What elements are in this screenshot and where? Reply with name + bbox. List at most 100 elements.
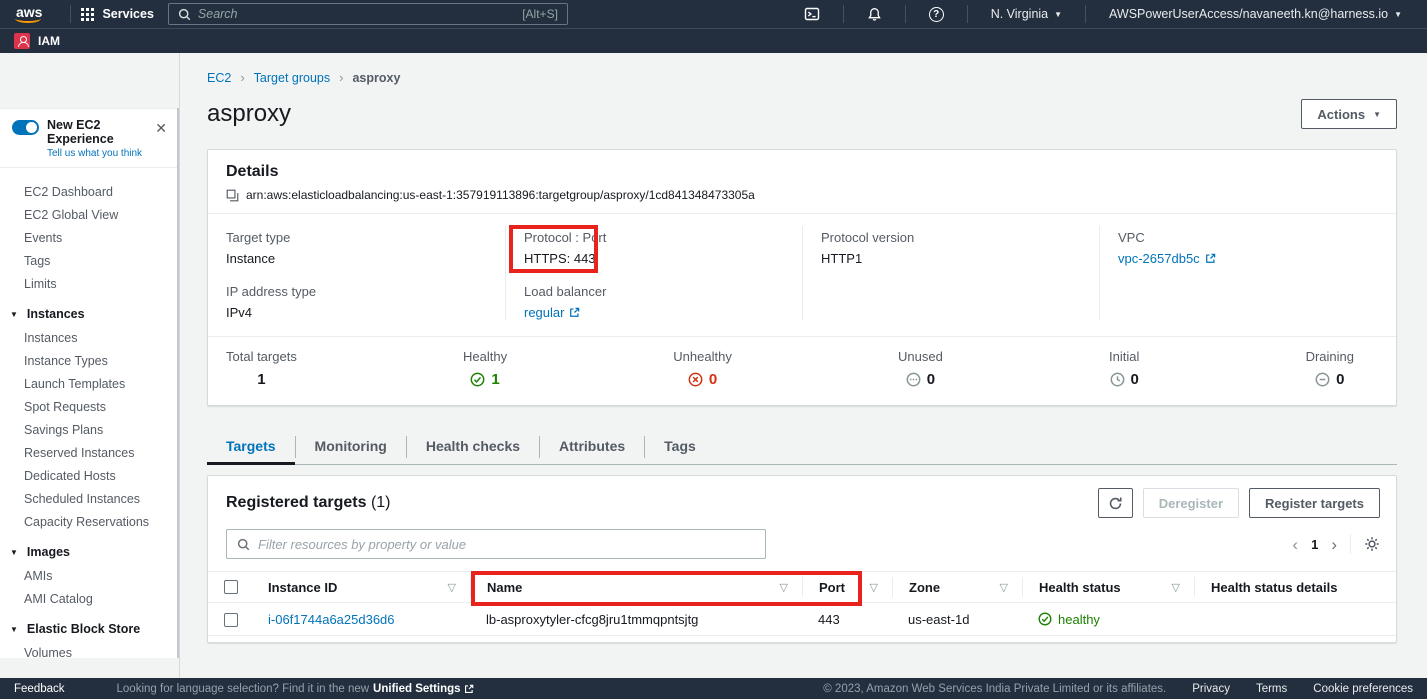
sidebar-item-savings-plans[interactable]: Savings Plans [0,418,179,441]
new-experience-toggle[interactable] [12,120,39,135]
deregister-button[interactable]: Deregister [1143,488,1239,518]
ip-address-type-value: IPv4 [226,305,487,320]
protocol-version-label: Protocol version [821,230,1081,245]
account-menu[interactable]: AWSPowerUserAccess/navaneeth.kn@harness.… [1096,7,1415,21]
column-header-name: Name [487,580,522,595]
copy-icon[interactable] [226,189,239,202]
sidebar-item-ec2-global-view[interactable]: EC2 Global View [0,203,179,226]
region-selector[interactable]: N. Virginia ▼ [978,7,1075,21]
check-circle-icon [1038,612,1052,626]
sidebar-item-dedicated-hosts[interactable]: Dedicated Hosts [0,464,179,487]
sidebar-item-amis[interactable]: AMIs [0,564,179,587]
page-title: asproxy [207,100,291,128]
search-input[interactable] [198,7,515,21]
load-balancer-label: Load balancer [524,284,784,299]
registered-targets-heading: Registered targets (1) [226,494,391,512]
divider [905,5,906,23]
targets-count: (1) [371,494,391,511]
tab-monitoring[interactable]: Monitoring [296,430,406,465]
sidebar-section-images[interactable]: ▼ Images [0,533,179,564]
sidebar-item-spot-requests[interactable]: Spot Requests [0,395,179,418]
row-checkbox[interactable] [224,613,238,627]
sort-icon[interactable]: ▽ [1000,581,1008,594]
target-group-arn: arn:aws:elasticloadbalancing:us-east-1:3… [246,188,755,202]
sidebar-item-instance-types[interactable]: Instance Types [0,349,179,372]
load-balancer-link[interactable]: regular [524,305,580,320]
column-header-health-status-details: Health status details [1211,580,1337,595]
previous-page-button[interactable]: ‹ [1292,536,1298,553]
sidebar-item-capacity-reservations[interactable]: Capacity Reservations [0,510,179,533]
sort-icon[interactable]: ▽ [1172,581,1180,594]
breadcrumb-ec2[interactable]: EC2 [207,71,231,85]
sidebar-item-limits[interactable]: Limits [0,272,179,295]
details-heading: Details [226,163,1378,181]
target-health-cell: healthy [1022,603,1194,636]
sidebar-section-instances[interactable]: ▼ Instances [0,295,179,326]
sidebar-item-volumes[interactable]: Volumes [0,641,179,658]
refresh-button[interactable] [1098,488,1133,518]
notifications-button[interactable] [854,7,895,22]
actions-button[interactable]: Actions ▼ [1301,99,1397,129]
health-summary: Total targets 1 Healthy 1 Unhealthy [208,336,1396,405]
select-all-checkbox[interactable] [224,580,238,594]
clock-circle-icon [1110,372,1125,387]
tab-attributes[interactable]: Attributes [540,430,644,465]
tab-tags[interactable]: Tags [645,430,715,465]
target-health-details-cell [1194,603,1396,636]
sidebar-item-instances[interactable]: Instances [0,326,179,349]
sidebar-item-tags[interactable]: Tags [0,249,179,272]
feedback-link[interactable]: Feedback [14,683,65,695]
global-search-box[interactable]: [Alt+S] [168,3,568,25]
divider [967,5,968,23]
bell-icon [867,7,882,22]
close-icon[interactable]: ✕ [153,118,169,139]
terms-link[interactable]: Terms [1256,683,1287,695]
region-label: N. Virginia [991,7,1048,21]
register-targets-button[interactable]: Register targets [1249,488,1380,518]
aws-logo[interactable]: aws [12,4,46,24]
protocol-port-label: Protocol : Port [524,230,784,245]
breadcrumb: EC2 › Target groups › asproxy [207,70,1397,85]
sort-icon[interactable]: ▽ [870,581,878,594]
next-page-button[interactable]: › [1331,536,1337,553]
feedback-link[interactable]: Tell us what you think [47,148,145,159]
sidebar-item-reserved-instances[interactable]: Reserved Instances [0,441,179,464]
chevron-right-icon: › [339,70,343,85]
tab-targets[interactable]: Targets [207,430,295,465]
chevron-down-icon: ▼ [1394,10,1402,19]
vpc-link[interactable]: vpc-2657db5c [1118,251,1216,266]
aws-console-window: aws Services [Alt+S] ? N. Virgini [0,0,1427,699]
sidebar-section-ebs[interactable]: ▼ Elastic Block Store [0,610,179,641]
instance-id-link[interactable]: i-06f1744a6a25d36d6 [268,612,395,627]
stat-healthy: Healthy 1 [463,349,507,388]
sidebar-item-ec2-dashboard[interactable]: EC2 Dashboard [0,180,179,203]
sidebar-item-events[interactable]: Events [0,226,179,249]
iam-label: IAM [38,34,60,48]
page-number[interactable]: 1 [1311,537,1318,552]
filter-input[interactable] [258,537,755,552]
sidebar-item-scheduled-instances[interactable]: Scheduled Instances [0,487,179,510]
column-header-health-status: Health status [1039,580,1121,595]
services-menu-button[interactable]: Services [81,7,153,21]
chevron-right-icon: › [240,70,244,85]
check-circle-icon [470,372,485,387]
help-button[interactable]: ? [916,7,957,22]
unified-settings-link[interactable]: Unified Settings [373,683,474,695]
external-link-icon [569,307,580,318]
cloudshell-button[interactable] [791,6,833,22]
favorite-iam-link[interactable]: IAM [14,33,60,49]
sidebar-item-ami-catalog[interactable]: AMI Catalog [0,587,179,610]
privacy-link[interactable]: Privacy [1192,683,1230,695]
filter-box[interactable] [226,529,766,559]
sort-icon[interactable]: ▽ [448,581,456,594]
sidebar-scrollbar[interactable] [177,108,179,658]
chevron-down-icon: ▼ [10,310,18,319]
breadcrumb-target-groups[interactable]: Target groups [254,71,330,85]
table-settings-button[interactable] [1364,536,1380,552]
registered-targets-panel: Registered targets (1) Deregister Regist… [207,475,1397,643]
cookie-preferences-link[interactable]: Cookie preferences [1313,683,1413,695]
search-shortcut-hint: [Alt+S] [522,7,558,21]
tab-health-checks[interactable]: Health checks [407,430,539,465]
sidebar-item-launch-templates[interactable]: Launch Templates [0,372,179,395]
sort-icon[interactable]: ▽ [780,581,788,594]
